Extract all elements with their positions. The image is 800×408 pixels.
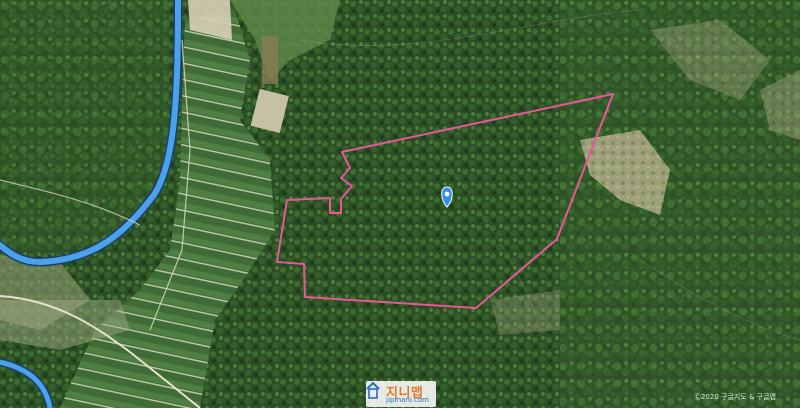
site-logo: 지니맵 jipmani.com	[366, 381, 436, 407]
home-icon	[366, 381, 380, 399]
map-canvas	[0, 0, 800, 408]
logo-domain: jipmani.com	[386, 396, 429, 404]
map-credit: Ⓒ2020 구글지도 & 구글맵	[693, 393, 776, 401]
satellite-map[interactable]: 지니맵 jipmani.com Ⓒ2020 구글지도 & 구글맵	[0, 0, 800, 408]
